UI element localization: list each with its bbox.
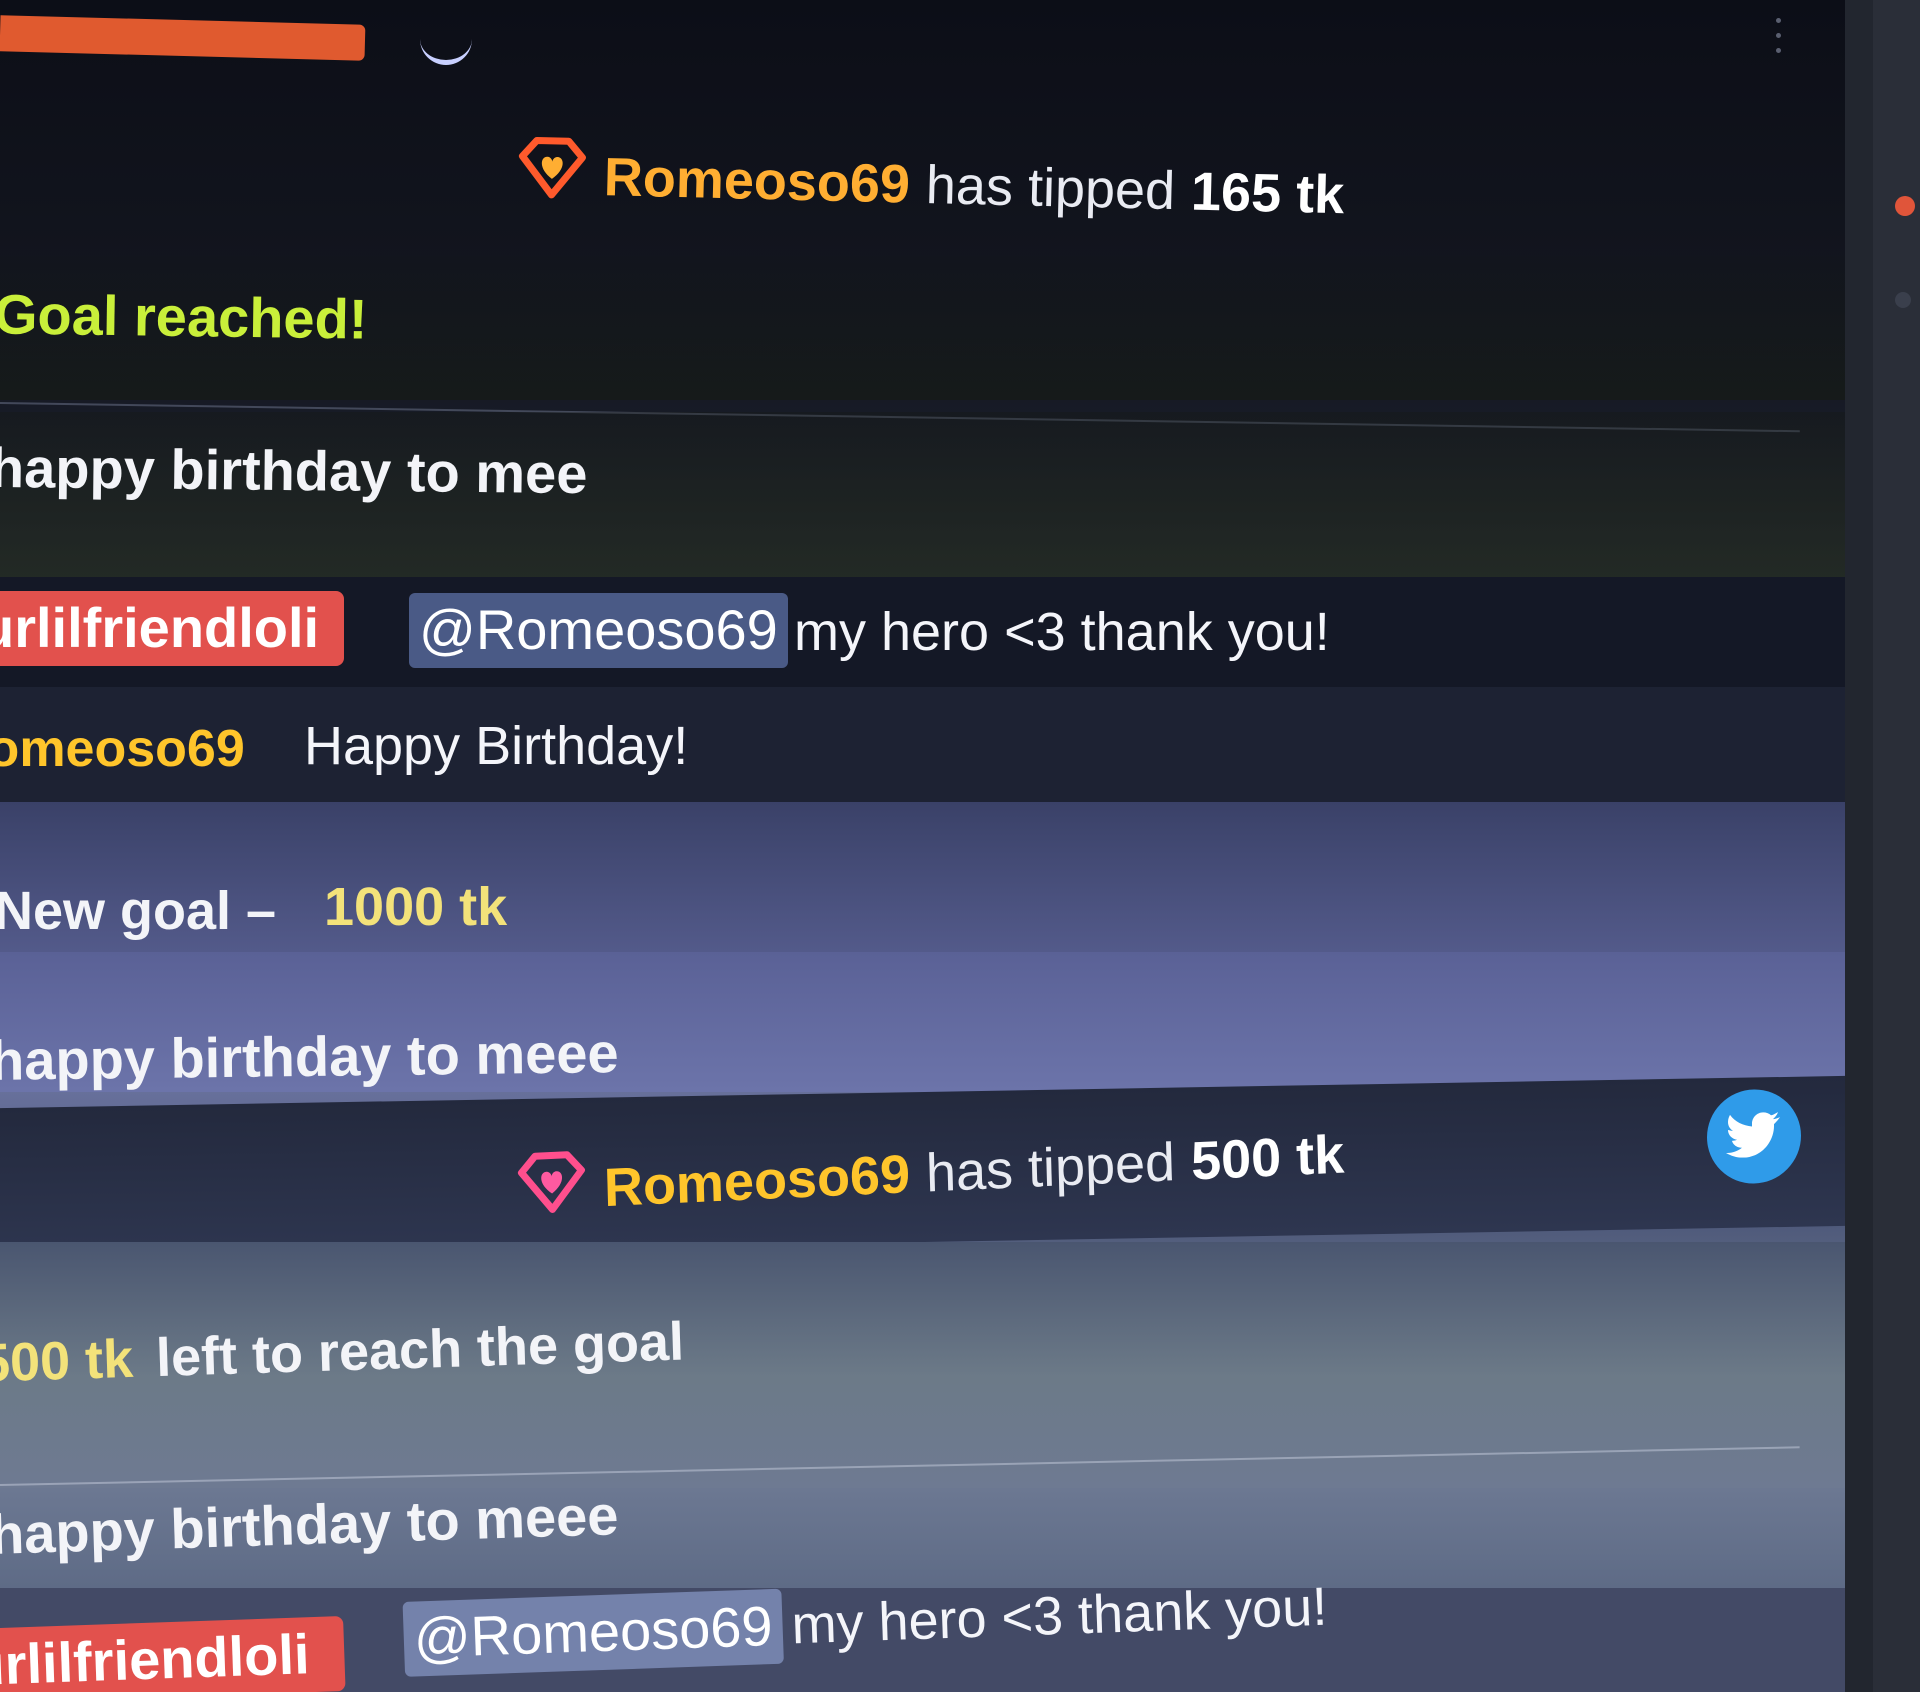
chat-message-row: happy birthday to meee [0,952,1845,1092]
top-curve-mark [420,30,472,65]
new-goal-amount: 1000 tk [324,877,508,937]
top-progress-bar [0,15,366,61]
status-dot [1895,292,1911,308]
tip-notification: Romeoso69 has tipped 500 tk [0,1075,1845,1259]
twitter-icon [1726,1110,1782,1162]
chat-message-row: urlilfriendloli @Romeoso69 my hero <3 th… [0,1577,1845,1692]
twitter-share-button[interactable] [1707,1088,1801,1185]
tip-verb: has tipped [925,1131,1176,1203]
message-text: happy birthday to meee [0,1483,620,1566]
goal-left-amount: 500 tk [0,1328,135,1394]
tip-verb: has tipped [925,154,1176,221]
chat-username[interactable]: Romeoso69 [0,719,245,779]
new-goal-prefix: New goal – [0,881,277,941]
tip-amount: 500 tk [1190,1124,1345,1191]
username-badge[interactable]: urlilfriendloli [0,591,344,666]
side-panel-edge [1873,0,1920,1692]
mention-tag[interactable]: @Romeoso69 [402,1588,784,1677]
tip-username[interactable]: Romeoso69 [603,1143,911,1219]
username-badge[interactable]: urlilfriendloli [0,1616,346,1692]
chat-message-row: happy birthday to mee [0,412,1845,577]
chat-log[interactable]: Romeoso69 has tipped 165 tk Goal reached… [0,0,1845,1692]
message-text: happy birthday to meee [0,1021,619,1092]
goal-row: New goal – 1000 tk [0,802,1845,952]
divider [0,1446,1800,1486]
tip-username[interactable]: Romeoso69 [603,146,911,215]
diamond-heart-icon [515,1150,589,1230]
chat-message-row: urlilfriendloli @Romeoso69 my hero <3 th… [0,577,1845,687]
chat-screen: Romeoso69 has tipped 165 tk Goal reached… [0,0,1920,1692]
diamond-heart-icon [515,136,589,215]
message-text: my hero <3 thank you! [794,602,1330,662]
tip-notification: Romeoso69 has tipped 165 tk [0,118,1845,238]
mention-tag[interactable]: @Romeoso69 [409,593,788,668]
goal-left-text: left to reach the goal [155,1311,685,1389]
status-dot [1895,196,1915,216]
more-options-icon[interactable] [1776,18,1782,64]
message-text: my hero <3 thank you! [790,1576,1329,1656]
message-text: happy birthday to mee [0,435,588,506]
tip-amount: 165 tk [1190,161,1345,225]
goal-row: 500 tk left to reach the goal [0,1242,1845,1488]
goal-row: Goal reached! [0,250,1845,400]
chat-scrollbar[interactable] [1845,0,1873,1692]
message-text: Happy Birthday! [304,716,689,776]
chat-message-row: Romeoso69 Happy Birthday! [0,687,1845,1447]
goal-reached-text: Goal reached! [0,282,368,351]
